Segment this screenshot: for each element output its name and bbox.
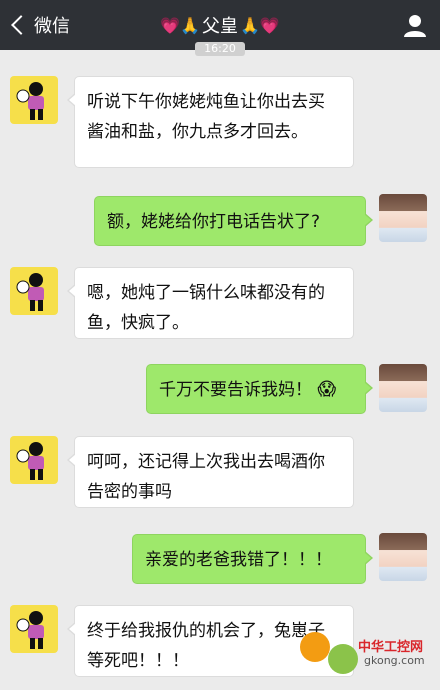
back-button[interactable]: 微信 — [10, 10, 70, 40]
contact-avatar[interactable] — [10, 267, 58, 315]
timestamp: 16:20 — [195, 42, 245, 56]
contact-name: 父皇 — [202, 16, 238, 37]
contact-avatar[interactable] — [10, 76, 58, 124]
screaming-face-emoji: 😱 — [317, 379, 337, 400]
green-gear-icon — [328, 644, 358, 674]
message-bubble[interactable]: 呵呵，还记得上次我出去喝酒你告密的事吗 — [67, 436, 354, 508]
profile-icon[interactable] — [402, 12, 428, 38]
message-bubble[interactable]: 千万不要告诉我妈！ 😱 — [146, 364, 373, 414]
orange-gear-icon — [300, 632, 330, 662]
cartoon-father-icon — [16, 82, 44, 120]
back-label: 微信 — [34, 16, 70, 37]
cartoon-father-icon — [16, 611, 44, 649]
message-bubble[interactable]: 听说下午你姥姥炖鱼让你出去买酱油和盐，你九点多才回去。 — [67, 76, 354, 168]
watermark-cn: 中华工控网 — [358, 640, 424, 655]
cartoon-father-icon — [16, 273, 44, 311]
message-bubble[interactable]: 嗯，她炖了一锅什么味都没有的鱼，快疯了。 — [67, 267, 354, 339]
contact-avatar[interactable] — [10, 436, 58, 484]
message-bubble[interactable]: 亲爱的老爸我错了！！！ — [132, 534, 373, 584]
title-suffix-emoji: 🙏💗 — [240, 15, 280, 35]
chat-title: 💗🙏 父皇 🙏💗 — [120, 10, 320, 40]
contact-avatar[interactable] — [10, 605, 58, 653]
watermark-logo: 中华工控网 gkong.com — [300, 628, 435, 683]
watermark-en: gkong.com — [364, 654, 425, 667]
message-bubble[interactable]: 额，姥姥给你打电话告状了? — [94, 196, 373, 246]
user-avatar[interactable] — [379, 364, 427, 412]
cartoon-father-icon — [16, 442, 44, 480]
title-prefix-emoji: 💗🙏 — [160, 15, 200, 35]
chevron-left-icon — [11, 15, 31, 35]
message-text: 千万不要告诉我妈！ — [159, 380, 312, 400]
user-avatar[interactable] — [379, 194, 427, 242]
user-avatar[interactable] — [379, 533, 427, 581]
